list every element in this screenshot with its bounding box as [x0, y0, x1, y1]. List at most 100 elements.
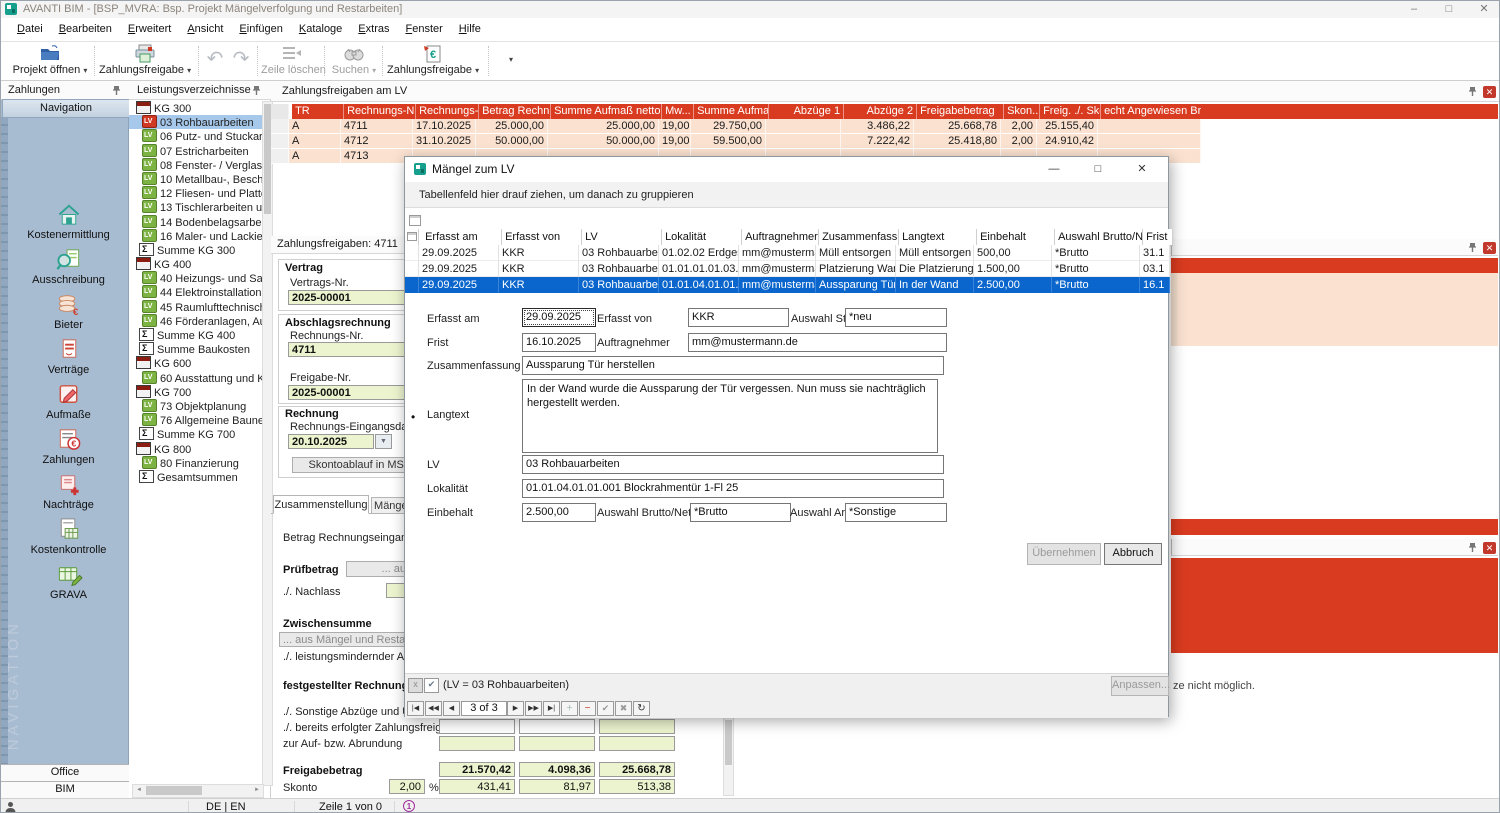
menu-item[interactable]: Einfügen: [231, 18, 290, 41]
auswahl-status-input[interactable]: *neu: [845, 308, 947, 327]
tree-item[interactable]: KG 600: [129, 356, 263, 370]
skonto-field-3[interactable]: 513,38: [599, 779, 675, 794]
table-options-icon[interactable]: [409, 215, 421, 226]
dialog-minimize-button[interactable]: —: [1033, 157, 1075, 182]
restore-button[interactable]: □: [1434, 1, 1464, 18]
freigabebetrag-field-3[interactable]: 25.668,78: [599, 762, 675, 777]
pin-icon[interactable]: [111, 85, 122, 96]
nav-next-page-icon[interactable]: ▶▶: [525, 701, 542, 716]
erfasst-von-input[interactable]: KKR: [688, 308, 789, 327]
column-header[interactable]: Erfasst am: [422, 229, 502, 245]
sidebar-item-bieter[interactable]: € Bieter: [8, 290, 129, 334]
tree-item[interactable]: 45 Raumlufttechnische Anla: [129, 300, 263, 314]
freigabebetrag-field-1[interactable]: 21.570,42: [439, 762, 515, 777]
tree-item[interactable]: 80 Finanzierung: [129, 456, 263, 470]
column-header[interactable]: Mw...: [662, 104, 694, 119]
menu-item[interactable]: Ansicht: [179, 18, 231, 41]
tree-item[interactable]: Summe KG 700: [129, 427, 263, 441]
menu-item[interactable]: Hilfe: [451, 18, 489, 41]
sidebar-item-grava[interactable]: GRAVA: [8, 560, 129, 604]
nav-insert-icon[interactable]: ＋: [561, 701, 578, 716]
nav-last-icon[interactable]: ▶|: [543, 701, 560, 716]
tree-item[interactable]: 07 Estricharbeiten: [129, 144, 263, 158]
table-row[interactable]: 29.09.2025KKR03 Rohbauarbeiten01.01.04.0…: [405, 277, 1170, 293]
einbehalt-input[interactable]: 2.500,00: [522, 503, 596, 522]
menu-item[interactable]: Extras: [350, 18, 397, 41]
payment-release-print-button[interactable]: Zahlungsfreigabe ▾: [99, 44, 191, 79]
column-header[interactable]: TR: [292, 104, 344, 119]
rechnungs-nr-field[interactable]: 4711: [288, 342, 405, 357]
tree-item[interactable]: KG 300: [129, 101, 263, 115]
redo-button[interactable]: ↷: [229, 44, 253, 79]
column-header[interactable]: Rechnungs-...: [416, 104, 479, 119]
tree-item[interactable]: 46 Förderanlagen, Aufzugsa: [129, 314, 263, 328]
group-by-hint[interactable]: Tabellenfeld hier drauf ziehen, um danac…: [405, 182, 1168, 208]
tree-item[interactable]: 08 Fenster- / Verglasungs- /: [129, 158, 263, 172]
brutto-netto-input[interactable]: *Brutto: [690, 503, 791, 522]
column-header[interactable]: Frist: [1143, 229, 1173, 245]
detail-vertical-scrollbar[interactable]: [723, 717, 734, 796]
table-row[interactable]: 29.09.2025KKR03 Rohbauarbeiten01.01.01.0…: [405, 261, 1170, 277]
column-header[interactable]: Zusammenfassung: [819, 229, 899, 245]
sidebar-item-nachtraege[interactable]: Nachträge: [8, 470, 129, 514]
navigation-header-button[interactable]: Navigation: [2, 99, 130, 118]
column-header[interactable]: Skon...: [1004, 104, 1040, 119]
menu-item[interactable]: Datei: [9, 18, 51, 41]
tree-item[interactable]: 44 Elektroinstallationsarbeit: [129, 285, 263, 299]
tree-item[interactable]: KG 400: [129, 257, 263, 271]
panel-close-icon[interactable]: ✕: [1483, 542, 1496, 554]
payment-release-euro-button[interactable]: € Zahlungsfreigabe ▾: [387, 44, 479, 79]
dialog-maximize-button[interactable]: □: [1077, 157, 1119, 182]
filter-checkbox[interactable]: ✔: [424, 678, 439, 693]
tree-item[interactable]: 40 Heizungs- und Sanitärarl: [129, 271, 263, 285]
column-header[interactable]: Auswahl Brutto/Netto: [1055, 229, 1143, 245]
sidebar-item-ausschreibung[interactable]: Ausschreibung: [8, 245, 129, 289]
menu-item[interactable]: Erweitert: [120, 18, 179, 41]
uebernehmen-button[interactable]: Übernehmen: [1027, 543, 1101, 565]
tree-horizontal-scrollbar[interactable]: ◄ ►: [132, 784, 264, 798]
tree-item[interactable]: 76 Allgemeine Baunebenko: [129, 413, 263, 427]
delete-row-button[interactable]: Zeile löschen: [261, 44, 321, 79]
column-header[interactable]: Einbehalt: [977, 229, 1055, 245]
language-switch[interactable]: DE | EN: [206, 801, 246, 813]
bereits-field-1[interactable]: [439, 719, 515, 734]
nav-first-icon[interactable]: |◀: [407, 701, 424, 716]
freigabebetrag-field-2[interactable]: 4.098,36: [519, 762, 595, 777]
column-header[interactable]: Langtext: [899, 229, 977, 245]
minimize-button[interactable]: –: [1399, 1, 1429, 18]
tree-item[interactable]: Summe KG 400: [129, 328, 263, 342]
tree-item[interactable]: 16 Maler- und Lackierarbeit: [129, 229, 263, 243]
menu-item[interactable]: Bearbeiten: [51, 18, 120, 41]
nav-prev-page-icon[interactable]: ◀◀: [425, 701, 442, 716]
search-button[interactable]: Suchen ▾: [328, 44, 380, 79]
open-project-button[interactable]: Projekt öffnen ▾: [9, 44, 91, 79]
column-header[interactable]: Erfasst von: [502, 229, 582, 245]
table-row[interactable]: 29.09.2025KKR03 Rohbauarbeiten01.02.02 E…: [405, 245, 1170, 261]
tree-item[interactable]: 60 Ausstattung und Kunstw: [129, 371, 263, 385]
toolbar-overflow-button[interactable]: ▾: [501, 44, 521, 79]
panel-close-icon[interactable]: ✕: [1483, 86, 1496, 98]
tree-item[interactable]: 73 Objektplanung: [129, 399, 263, 413]
auftragnehmer-input[interactable]: mm@mustermann.de: [688, 333, 947, 352]
tree-item[interactable]: Summe Baukosten: [129, 342, 263, 356]
date-dropdown-icon[interactable]: ▼: [375, 434, 392, 449]
pin-icon[interactable]: [1467, 86, 1478, 97]
dialog-close-button[interactable]: ✕: [1121, 157, 1163, 182]
rundung-field-2[interactable]: [519, 736, 595, 751]
sidebar-item-vertraege[interactable]: Verträge: [8, 335, 129, 379]
tree-item[interactable]: 12 Fliesen- und Plattenarbe: [129, 186, 263, 200]
abbruch-button[interactable]: Abbruch: [1104, 543, 1162, 565]
column-header[interactable]: Lokalität: [662, 229, 742, 245]
skonto-percent-field[interactable]: 2,00: [389, 779, 425, 794]
nav-prev-icon[interactable]: ◀: [443, 701, 460, 716]
sidebar-item-zahlungen[interactable]: € Zahlungen: [8, 425, 129, 469]
table-row[interactable]: A471231.10.202550.000,0050.000,0019,0059…: [271, 134, 1201, 149]
column-header[interactable]: LV: [582, 229, 662, 245]
lokalitaet-input[interactable]: 01.01.04.01.01.001 Blockrahmentür 1-Fl 2…: [522, 479, 944, 498]
pin-icon[interactable]: [1467, 242, 1478, 253]
column-header[interactable]: Auftragnehmer: [742, 229, 819, 245]
zusammenfassung-input[interactable]: Aussparung Tür herstellen: [522, 356, 944, 375]
rundung-field-3[interactable]: [599, 736, 675, 751]
bereits-field-3[interactable]: [599, 719, 675, 734]
tree-vertical-scrollbar[interactable]: [262, 101, 273, 786]
